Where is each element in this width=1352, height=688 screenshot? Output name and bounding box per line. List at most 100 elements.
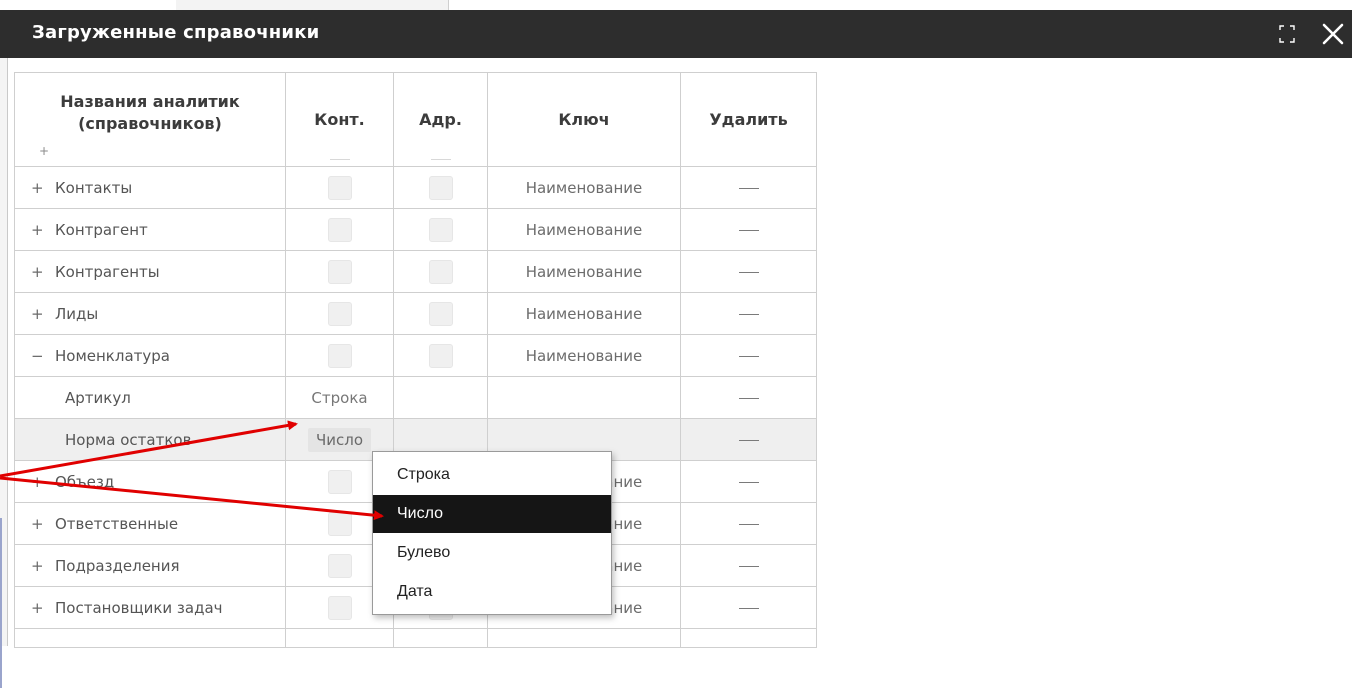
delete-button[interactable]	[738, 607, 759, 609]
row-name-cell: + Подразделения	[14, 544, 286, 587]
delete-cell	[680, 460, 817, 503]
cont-checkbox[interactable]	[327, 343, 352, 368]
cont-checkbox[interactable]	[327, 511, 352, 536]
field-type-select[interactable]: Строка	[303, 385, 376, 410]
expand-toggle[interactable]: +	[31, 221, 45, 239]
table-row: + Контакты Наименование	[14, 166, 817, 209]
adr-cell	[393, 334, 488, 377]
delete-button[interactable]	[738, 439, 759, 441]
adr-checkbox[interactable]	[428, 175, 453, 200]
delete-cell	[680, 628, 817, 648]
expand-toggle[interactable]: +	[31, 263, 45, 281]
delete-cell	[680, 502, 817, 545]
row-name-cell: + Объезд	[14, 460, 286, 503]
dropdown-option-number[interactable]: Число	[373, 495, 611, 533]
field-name: Артикул	[65, 388, 131, 407]
window-title: Загруженные справочники	[32, 22, 320, 43]
header-names-line1: Названия аналитик	[60, 91, 240, 111]
adr-cell	[393, 628, 488, 648]
adr-checkbox[interactable]	[428, 343, 453, 368]
row-name-cell: + Лиды	[14, 292, 286, 335]
expand-toggle[interactable]: +	[31, 515, 45, 533]
key-cell[interactable]: Наименование	[487, 292, 681, 335]
adr-cell	[393, 208, 488, 251]
row-name: Лиды	[55, 304, 99, 323]
expand-toggle[interactable]: +	[31, 473, 45, 491]
expand-toggle[interactable]: +	[31, 599, 45, 617]
key-cell[interactable]: Наименование	[487, 250, 681, 293]
cont-checkbox[interactable]	[327, 595, 352, 620]
column-header-names: Названия аналитик (справочников) +	[14, 72, 286, 167]
table-row: + Контрагент Наименование	[14, 208, 817, 251]
cont-checkbox[interactable]	[327, 175, 352, 200]
expand-toggle[interactable]: +	[31, 305, 45, 323]
delete-cell	[680, 544, 817, 587]
cont-cell	[285, 250, 394, 293]
type-dropdown-menu: Строка Число Булево Дата	[372, 451, 612, 615]
delete-button[interactable]	[738, 355, 759, 357]
delete-button[interactable]	[738, 271, 759, 273]
expand-toggle[interactable]: +	[31, 557, 45, 575]
adr-checkbox[interactable]	[428, 301, 453, 326]
delete-cell	[680, 250, 817, 293]
background-app-strip	[0, 0, 1352, 11]
delete-cell	[680, 418, 817, 461]
table-row-partial	[14, 628, 817, 648]
row-name: Подразделения	[55, 556, 180, 575]
delete-button[interactable]	[738, 523, 759, 525]
header-cont-label: Конт.	[314, 109, 365, 129]
key-cell[interactable]: Наименование	[487, 166, 681, 209]
add-dictionary-button[interactable]: +	[39, 140, 49, 162]
key-cell[interactable]: Наименование	[487, 334, 681, 377]
row-name-cell: + Ответственные	[14, 502, 286, 545]
cont-cell	[285, 292, 394, 335]
window-titlebar: Загруженные справочники	[0, 10, 1352, 58]
field-name: Норма остатков	[65, 430, 192, 449]
column-header-key: Ключ	[487, 72, 681, 167]
delete-cell	[680, 292, 817, 335]
delete-button[interactable]	[738, 397, 759, 399]
cont-checkbox[interactable]	[327, 553, 352, 578]
collapse-toggle[interactable]: −	[31, 347, 45, 365]
adr-cell	[393, 376, 488, 419]
key-cell[interactable]: Наименование	[487, 208, 681, 251]
background-window-edge	[0, 58, 8, 688]
row-name: Контрагенты	[55, 262, 160, 281]
delete-button[interactable]	[738, 565, 759, 567]
table-row: + Лиды Наименование	[14, 292, 817, 335]
row-name: Номенклатура	[55, 346, 170, 365]
row-name: Контакты	[55, 178, 133, 197]
cont-checkbox[interactable]	[327, 259, 352, 284]
delete-cell	[680, 586, 817, 629]
row-name-cell: + Контакты	[14, 166, 286, 209]
dropdown-option-date[interactable]: Дата	[373, 573, 611, 611]
row-name: Объезд	[55, 472, 115, 491]
field-type-select[interactable]: Число	[307, 427, 372, 452]
cont-checkbox[interactable]	[327, 301, 352, 326]
adr-checkbox[interactable]	[428, 259, 453, 284]
adr-checkbox[interactable]	[428, 217, 453, 242]
delete-button[interactable]	[738, 313, 759, 315]
delete-button[interactable]	[738, 481, 759, 483]
table-row-field: Артикул Строка	[14, 376, 817, 419]
delete-button[interactable]	[738, 229, 759, 231]
row-name-cell: + Постановщики задач	[14, 586, 286, 629]
adr-cell	[393, 250, 488, 293]
column-header-delete: Удалить	[680, 72, 817, 167]
cont-checkbox[interactable]	[327, 217, 352, 242]
delete-button[interactable]	[738, 187, 759, 189]
dropdown-option-boolean[interactable]: Булево	[373, 534, 611, 572]
maximize-icon[interactable]	[1277, 23, 1297, 45]
cont-cell	[285, 334, 394, 377]
row-name-cell	[14, 628, 286, 648]
expand-toggle[interactable]: +	[31, 179, 45, 197]
cont-checkbox[interactable]	[327, 469, 352, 494]
delete-cell	[680, 334, 817, 377]
field-name-cell: Норма остатков	[14, 418, 286, 461]
dropdown-option-string[interactable]: Строка	[373, 456, 611, 494]
header-names-line2: (справочников)	[78, 113, 222, 133]
close-icon[interactable]	[1318, 19, 1348, 49]
table-row: − Номенклатура Наименование	[14, 334, 817, 377]
key-cell	[487, 376, 681, 419]
field-type-cell: Строка	[285, 376, 394, 419]
